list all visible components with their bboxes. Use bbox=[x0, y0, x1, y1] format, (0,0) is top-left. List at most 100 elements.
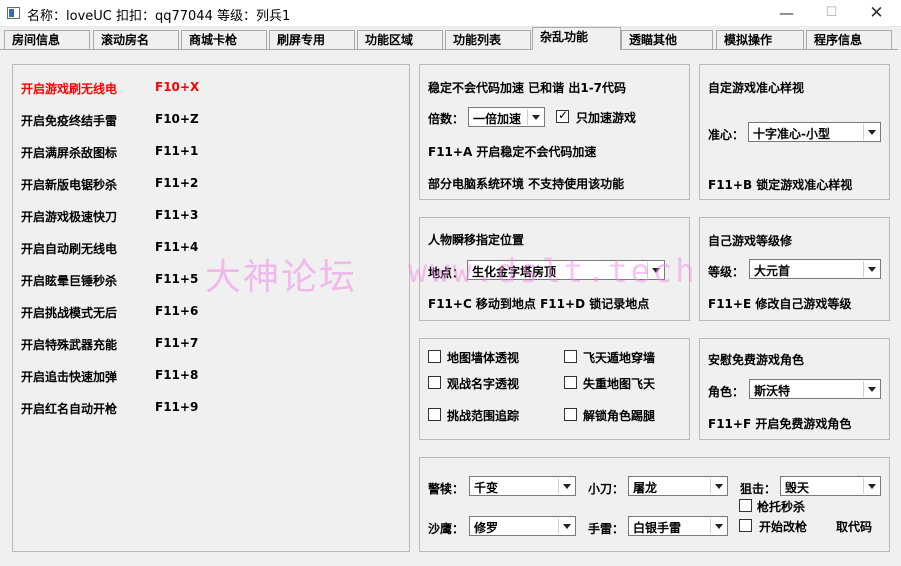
chevron-down-icon[interactable] bbox=[558, 518, 574, 534]
level-hotkey: F11+E 修改自己游戏等级 bbox=[708, 297, 852, 311]
hotkey-label: 开启游戏极速快刀 bbox=[21, 210, 118, 224]
hotkey-key: F11+7 bbox=[155, 336, 199, 350]
gunstock-checkbox[interactable] bbox=[739, 499, 752, 512]
option-checkbox[interactable] bbox=[428, 376, 441, 389]
window-title: 名称：loveUC 扣扣：qq77044 等级：列兵1 bbox=[27, 9, 291, 24]
weapons-group bbox=[419, 457, 890, 552]
hotkey-key: F11+9 bbox=[155, 400, 199, 414]
minimize-button[interactable]: — bbox=[764, 0, 809, 27]
knife-value: 屠龙 bbox=[633, 481, 658, 495]
option-label: 地图墙体透视 bbox=[447, 351, 520, 365]
shotgun-value: 修罗 bbox=[474, 521, 499, 535]
hotkey-key: F11+4 bbox=[155, 240, 199, 254]
hotkey-label: 开启满屏杀敌图标 bbox=[21, 146, 118, 160]
grenade-label: 手雷： bbox=[588, 522, 625, 536]
hotkey-key: F11+5 bbox=[155, 272, 199, 286]
watermark-text: 大神论坛 bbox=[205, 257, 358, 298]
hotkey-key: F11+8 bbox=[155, 368, 199, 382]
option-checkbox[interactable] bbox=[428, 350, 441, 363]
sniper-label: 警犊： bbox=[428, 482, 465, 496]
title-bar: 名称：loveUC 扣扣：qq77044 等级：列兵1 — ☐ ✕ bbox=[0, 0, 901, 27]
option-label: 失重地图飞天 bbox=[583, 377, 656, 391]
maximize-button[interactable]: ☐ bbox=[809, 0, 854, 27]
chevron-down-icon[interactable] bbox=[863, 478, 879, 494]
speed-multiplier-value: 一倍加速 bbox=[473, 112, 522, 126]
rifle-select[interactable]: 毁天 bbox=[780, 476, 881, 496]
chevron-down-icon[interactable] bbox=[863, 124, 879, 140]
option-label: 挑战范围追踪 bbox=[447, 409, 520, 423]
hotkey-label: 开启眩晕巨锤秒杀 bbox=[21, 274, 118, 288]
hotkey-key: F11+2 bbox=[155, 176, 199, 190]
knife-label: 小刀： bbox=[588, 482, 625, 496]
crosshair-label: 准心： bbox=[708, 128, 745, 142]
level-label: 等级： bbox=[708, 265, 745, 279]
tab-screen-spam[interactable]: 刷屏专用 bbox=[269, 30, 355, 49]
speed-note: 部分电脑系统环境 不支持使用该功能 bbox=[428, 177, 625, 191]
grenade-value: 白银手雷 bbox=[633, 521, 682, 535]
option-checkbox[interactable] bbox=[564, 350, 577, 363]
teleport-title: 人物瞬移指定位置 bbox=[428, 233, 525, 247]
tab-function-list[interactable]: 功能列表 bbox=[445, 30, 531, 49]
close-button[interactable]: ✕ bbox=[854, 0, 899, 27]
hotkey-label: 开启挑战模式无后 bbox=[21, 306, 118, 320]
option-label: 飞天遁地穿墙 bbox=[583, 351, 656, 365]
hotkey-key: F10+Z bbox=[155, 112, 199, 126]
chevron-down-icon[interactable] bbox=[863, 381, 879, 397]
chevron-down-icon[interactable] bbox=[710, 478, 726, 494]
tab-simulate[interactable]: 模拟操作 bbox=[716, 30, 804, 49]
crosshair-value: 十字准心-小型 bbox=[753, 127, 830, 141]
chevron-down-icon[interactable] bbox=[558, 478, 574, 494]
shotgun-label: 沙鹰： bbox=[428, 522, 465, 536]
knife-select[interactable]: 屠龙 bbox=[628, 476, 728, 496]
grenade-select[interactable]: 白银手雷 bbox=[628, 516, 728, 536]
tab-see-through[interactable]: 透瞄其他 bbox=[621, 30, 713, 49]
tab-program-info[interactable]: 程序信息 bbox=[806, 30, 892, 49]
level-value: 大元首 bbox=[754, 264, 791, 278]
hotkey-label: 开启自动刷无线电 bbox=[21, 242, 118, 256]
rifle-value: 毁天 bbox=[785, 481, 810, 495]
sniper-value: 千变 bbox=[474, 481, 499, 495]
hotkey-label: 开启红名自动开枪 bbox=[21, 402, 118, 416]
tab-divider bbox=[0, 49, 898, 50]
crosshair-hotkey: F11+B 锁定游戏准心样视 bbox=[708, 178, 853, 192]
option-checkbox[interactable] bbox=[564, 408, 577, 421]
chevron-down-icon[interactable] bbox=[863, 261, 879, 277]
only-game-label: 只加速游戏 bbox=[576, 111, 637, 125]
speed-title: 稳定不会代码加速 已和谐 出1-7代码 bbox=[428, 81, 627, 95]
option-checkbox[interactable] bbox=[428, 408, 441, 421]
role-title: 安慰免费游戏角色 bbox=[708, 353, 805, 367]
speed-multiplier-select[interactable]: 一倍加速 bbox=[468, 107, 545, 127]
hotkey-label: 开启新版电锯秒杀 bbox=[21, 178, 118, 192]
rifle-label: 狙击： bbox=[740, 482, 777, 496]
option-label: 观战名字透视 bbox=[447, 377, 520, 391]
chevron-down-icon[interactable] bbox=[710, 518, 726, 534]
start-modify-checkbox[interactable] bbox=[739, 519, 752, 532]
speed-multiplier-label: 倍数： bbox=[428, 112, 465, 126]
sniper-select[interactable]: 千变 bbox=[469, 476, 576, 496]
level-select[interactable]: 大元首 bbox=[749, 259, 881, 279]
speed-hotkey: F11+A 开启稳定不会代码加速 bbox=[428, 145, 597, 159]
tab-misc[interactable]: 杂乱功能 bbox=[532, 27, 621, 50]
option-checkbox[interactable] bbox=[564, 376, 577, 389]
role-label: 角色： bbox=[708, 385, 745, 399]
tab-scroll-room-name[interactable]: 滚动房名 bbox=[93, 30, 179, 49]
hotkey-key: F11+6 bbox=[155, 304, 199, 318]
shotgun-select[interactable]: 修罗 bbox=[469, 516, 576, 536]
hotkey-key: F10+X bbox=[155, 80, 200, 94]
teleport-hotkey: F11+C 移动到地点 F11+D 锁记录地点 bbox=[428, 297, 650, 311]
only-game-checkbox[interactable] bbox=[556, 108, 569, 123]
hotkey-key: F11+3 bbox=[155, 208, 199, 222]
role-select[interactable]: 斯沃特 bbox=[749, 379, 881, 399]
hotkey-label: 开启特殊武器充能 bbox=[21, 338, 118, 352]
hotkey-label: 开启游戏刷无线电 bbox=[21, 82, 118, 96]
role-value: 斯沃特 bbox=[754, 384, 791, 398]
tab-bar: 房间信息 滚动房名 商城卡枪 刷屏专用 功能区域 功能列表 杂乱功能 透瞄其他 … bbox=[0, 27, 901, 50]
crosshair-select[interactable]: 十字准心-小型 bbox=[748, 122, 881, 142]
gunstock-label: 枪托秒杀 bbox=[757, 500, 806, 514]
tab-room-info[interactable]: 房间信息 bbox=[4, 30, 90, 49]
tab-shop-gun[interactable]: 商城卡枪 bbox=[181, 30, 267, 49]
watermark-url: www.dslt.tech bbox=[408, 252, 698, 290]
chevron-down-icon[interactable] bbox=[527, 109, 543, 125]
tab-function-area[interactable]: 功能区域 bbox=[357, 30, 443, 49]
get-code-button[interactable]: 取代码 bbox=[836, 518, 872, 535]
